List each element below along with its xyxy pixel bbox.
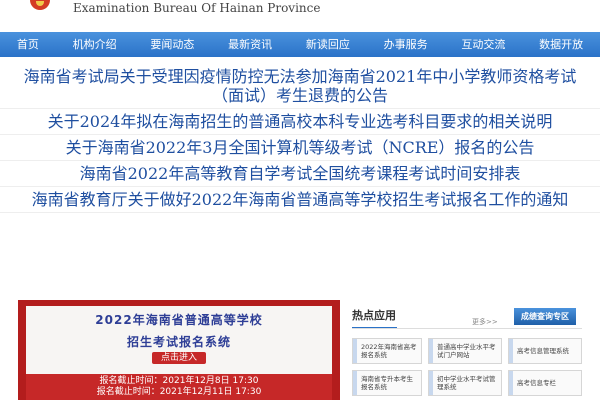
app-tile[interactable]: 高考信息专栏	[508, 370, 582, 396]
headline-link[interactable]: 关于海南省2022年3月全国计算机等级考试（NCRE）报名的公告	[0, 135, 600, 161]
headline-link[interactable]: 海南省2022年高等教育自学考试全国统考课程考试时间安排表	[0, 161, 600, 187]
banner-panel: 2022年海南省普通高等学校 招生考试报名系统 点击进入 报名截止时间：2021…	[26, 306, 332, 400]
app-tile[interactable]: 初中学业水平考试管理系统	[428, 370, 502, 396]
main-nav: 首页 机构介绍 要闻动态 最新资讯 新读回应 办事服务 互动交流 数据开放	[0, 32, 600, 57]
deadline-line1: 报名截止时间：2021年12月8日 17:30	[99, 376, 259, 386]
enter-button[interactable]: 点击进入	[152, 352, 206, 364]
registration-system-banner[interactable]: 2022年海南省普通高等学校 招生考试报名系统 点击进入 报名截止时间：2021…	[18, 300, 340, 400]
app-tile[interactable]: 海南省专升本考生报名系统	[352, 370, 422, 396]
app-tile-label: 高考信息专栏	[517, 379, 556, 387]
nav-item-services[interactable]: 办事服务	[367, 32, 445, 57]
nav-item-latest[interactable]: 最新资讯	[211, 32, 289, 57]
app-tile-label: 海南省专升本考生报名系统	[361, 375, 413, 391]
banner-deadlines: 报名截止时间：2021年12月8日 17:30 报名截止时间：2021年12月1…	[26, 374, 332, 400]
hot-apps-header: 热点应用 更多>> 成绩查询专区	[352, 303, 582, 329]
deadline-line2: 报名截止时间：2021年12月11日 17:30	[96, 387, 262, 397]
nav-item-open-data[interactable]: 数据开放	[522, 32, 600, 57]
app-tile[interactable]: 普通高中学业水平考试门户网站	[428, 338, 502, 364]
more-link[interactable]: 更多>>	[472, 317, 498, 327]
nav-item-response[interactable]: 新读回应	[289, 32, 367, 57]
banner-title-line2: 招生考试报名系统	[126, 335, 231, 349]
headline-link[interactable]: 海南省教育厅关于做好2022年海南省普通高等学校招生考试报名工作的通知	[0, 187, 600, 213]
headline-link[interactable]: 海南省考试局关于受理因疫情防控无法参加海南省2021年中小学教师资格考试（面试）…	[0, 64, 600, 109]
score-query-button[interactable]: 成绩查询专区	[514, 308, 576, 325]
app-tile[interactable]: 2022年海南省高考报名系统	[352, 338, 422, 364]
nav-item-about[interactable]: 机构介绍	[56, 32, 134, 57]
app-tile-label: 初中学业水平考试管理系统	[437, 375, 496, 391]
bureau-name-en: Examination Bureau Of Hainan Province	[73, 1, 321, 15]
banner-title-line1: 2022年海南省普通高等学校	[95, 313, 263, 327]
national-emblem-icon	[30, 0, 50, 10]
app-tile-label: 2022年海南省高考报名系统	[361, 343, 417, 359]
hot-apps-title: 热点应用	[352, 309, 396, 322]
nav-item-interaction[interactable]: 互动交流	[445, 32, 523, 57]
app-tile-label: 普通高中学业水平考试门户网站	[437, 343, 496, 359]
headline-link[interactable]: 关于2024年拟在海南招生的普通高校本科专业选考科目要求的相关说明	[0, 109, 600, 135]
nav-item-news[interactable]: 要闻动态	[134, 32, 212, 57]
hot-apps-grid: 2022年海南省高考报名系统 普通高中学业水平考试门户网站 高考信息管理系统 海…	[352, 338, 588, 396]
site-header: Examination Bureau Of Hainan Province	[0, 0, 600, 30]
app-tile-label: 高考信息管理系统	[517, 347, 569, 355]
headline-list: 海南省考试局关于受理因疫情防控无法参加海南省2021年中小学教师资格考试（面试）…	[0, 64, 600, 213]
nav-item-home[interactable]: 首页	[0, 32, 56, 57]
divider	[352, 328, 582, 329]
app-tile[interactable]: 高考信息管理系统	[508, 338, 582, 364]
